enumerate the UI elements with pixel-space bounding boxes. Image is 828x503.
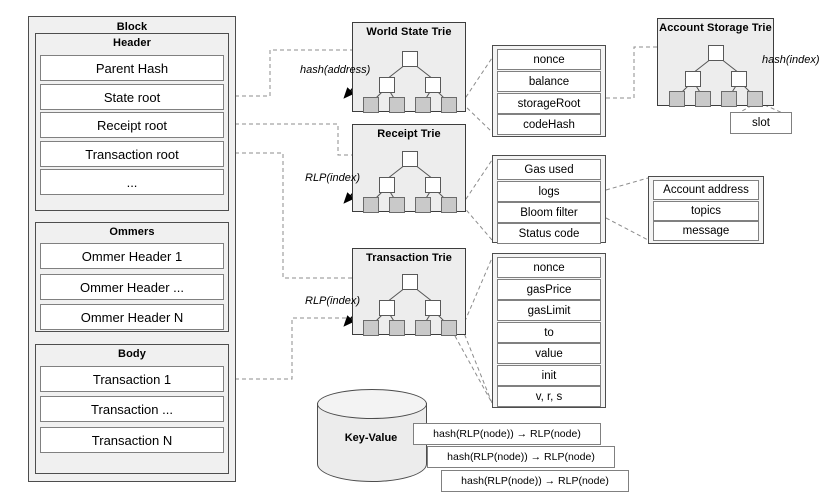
log-field-account-address[interactable]: Account address (653, 180, 759, 200)
trie-branch-node (425, 77, 441, 93)
trie-branch-node (425, 177, 441, 193)
header-field-parent-hash[interactable]: Parent Hash (40, 55, 224, 81)
transaction-field-gas-limit[interactable]: gasLimit (497, 300, 601, 321)
header-title: Header (113, 37, 151, 49)
transaction-field-nonce[interactable]: nonce (497, 257, 601, 278)
trie-leaf-node (389, 197, 405, 213)
trie-root-node (402, 274, 418, 290)
trie-leaf-node (389, 320, 405, 336)
transaction-trie-title: Transaction Trie (366, 252, 452, 264)
receipt-field-logs[interactable]: logs (497, 181, 601, 202)
trie-leaf-node (441, 320, 457, 336)
trie-branch-node (685, 71, 701, 87)
transaction-1[interactable]: Transaction 1 (40, 366, 224, 392)
trie-leaf-node (415, 197, 431, 213)
transaction-field-signature[interactable]: v, r, s (497, 386, 601, 407)
account-field-storage-root[interactable]: storageRoot (497, 93, 601, 114)
account-storage-trie[interactable]: Account Storage Trie (657, 18, 774, 107)
trie-leaf-node (363, 320, 379, 336)
storage-slot-box[interactable]: slot (730, 112, 792, 134)
trie-leaf-node (415, 320, 431, 336)
receipt-trie[interactable]: Receipt Trie (352, 124, 466, 213)
key-value-row[interactable]: hash(RLP(node)) → RLP(node) (441, 470, 629, 492)
account-storage-edge-label: hash(index) (762, 54, 820, 66)
transaction-ellipsis[interactable]: Transaction ... (40, 396, 224, 422)
account-field-nonce[interactable]: nonce (497, 49, 601, 70)
key-value-label: Key-Value (344, 432, 398, 444)
header-field-transaction-root[interactable]: Transaction root (40, 141, 224, 167)
body-title: Body (118, 348, 146, 360)
transaction-field-to[interactable]: to (497, 322, 601, 343)
key-value-row[interactable]: hash(RLP(node)) → RLP(node) (413, 423, 601, 445)
transaction-edge-label: RLP(index) (305, 295, 361, 307)
trie-leaf-node (669, 91, 685, 107)
key-value-row[interactable]: hash(RLP(node)) → RLP(node) (427, 446, 615, 468)
receipt-field-gas-used[interactable]: Gas used (497, 159, 601, 180)
transaction-trie[interactable]: Transaction Trie (352, 248, 466, 336)
trie-leaf-node (695, 91, 711, 107)
trie-leaf-node (747, 91, 763, 107)
header-field-ellipsis[interactable]: ... (40, 169, 224, 195)
header-field-state-root[interactable]: State root (40, 84, 224, 110)
trie-leaf-node (415, 97, 431, 113)
transaction-field-gas-price[interactable]: gasPrice (497, 279, 601, 300)
key-value-cylinder-top (317, 389, 427, 419)
log-field-message[interactable]: message (653, 221, 759, 241)
diagram-canvas: Block Header Parent Hash State root Rece… (0, 0, 828, 503)
trie-leaf-node (389, 97, 405, 113)
ommers-title: Ommers (109, 226, 155, 238)
trie-branch-node (379, 177, 395, 193)
trie-leaf-node (441, 97, 457, 113)
ommer-header-ellipsis[interactable]: Ommer Header ... (40, 274, 224, 300)
trie-leaf-node (721, 91, 737, 107)
header-field-receipt-root[interactable]: Receipt root (40, 112, 224, 138)
ommer-header-n[interactable]: Ommer Header N (40, 304, 224, 330)
account-field-code-hash[interactable]: codeHash (497, 114, 601, 135)
trie-leaf-node (363, 197, 379, 213)
trie-branch-node (425, 300, 441, 316)
world-state-edge-label: hash(address) (300, 64, 371, 76)
trie-root-node (402, 151, 418, 167)
trie-branch-node (379, 77, 395, 93)
transaction-field-value[interactable]: value (497, 343, 601, 364)
trie-leaf-node (363, 97, 379, 113)
trie-branch-node (379, 300, 395, 316)
trie-leaf-node (441, 197, 457, 213)
ommer-header-1[interactable]: Ommer Header 1 (40, 243, 224, 269)
receipt-trie-title: Receipt Trie (377, 128, 441, 140)
trie-root-node (402, 51, 418, 67)
log-field-topics[interactable]: topics (653, 201, 759, 221)
transaction-field-init[interactable]: init (497, 365, 601, 386)
transaction-n[interactable]: Transaction N (40, 427, 224, 453)
account-field-balance[interactable]: balance (497, 71, 601, 92)
trie-branch-node (731, 71, 747, 87)
receipt-field-status-code[interactable]: Status code (497, 223, 601, 244)
receipt-edge-label: RLP(index) (305, 172, 361, 184)
world-state-trie-title: World State Trie (366, 26, 452, 38)
account-storage-trie-title: Account Storage Trie (659, 22, 772, 34)
trie-root-node (708, 45, 724, 61)
receipt-field-bloom-filter[interactable]: Bloom filter (497, 202, 601, 223)
